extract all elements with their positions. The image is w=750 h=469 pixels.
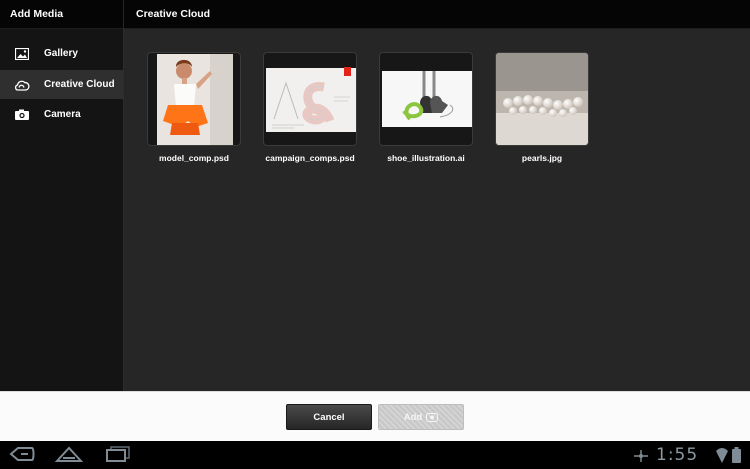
usb-icon	[634, 449, 648, 467]
file-tile[interactable]: model_comp.psd	[147, 52, 243, 163]
camera-icon	[0, 109, 44, 120]
image-icon	[0, 47, 44, 60]
sidebar-item-creative-cloud[interactable]: Creative Cloud	[0, 70, 123, 99]
sidebar: Gallery Creative Cloud Camera	[0, 29, 124, 391]
file-tile[interactable]: pearls.jpg	[495, 52, 591, 163]
creative-cloud-icon	[0, 79, 44, 91]
sidebar-item-label: Creative Cloud	[44, 79, 115, 90]
wifi-icon	[716, 447, 728, 468]
file-tile[interactable]: campaign_comps.psd	[263, 52, 359, 163]
action-bar: Cancel Add	[0, 391, 750, 441]
file-name: shoe_illustration.ai	[387, 153, 465, 163]
file-name: campaign_comps.psd	[265, 153, 355, 163]
battery-icon	[732, 447, 741, 468]
cancel-button[interactable]: Cancel	[286, 404, 372, 430]
cancel-button-label: Cancel	[313, 411, 345, 423]
system-navigation-bar: 1:55	[0, 441, 750, 469]
sidebar-item-label: Camera	[44, 109, 81, 120]
recent-apps-icon[interactable]	[104, 445, 132, 468]
file-tile[interactable]: shoe_illustration.ai	[379, 52, 475, 163]
home-icon[interactable]	[54, 445, 84, 468]
file-name: model_comp.psd	[159, 153, 229, 163]
sidebar-item-camera[interactable]: Camera	[0, 100, 123, 129]
file-thumbnail	[263, 52, 357, 146]
back-icon[interactable]	[8, 445, 36, 468]
dialog-title: Add Media	[0, 0, 124, 29]
file-name: pearls.jpg	[521, 153, 563, 163]
file-thumbnail	[495, 52, 589, 146]
section-title: Creative Cloud	[136, 8, 211, 20]
add-button-label: Add	[403, 411, 423, 423]
clock-time: 1:55	[656, 445, 699, 465]
sidebar-item-gallery[interactable]: Gallery	[0, 39, 123, 68]
title-bar: Add Media Creative Cloud	[0, 0, 750, 29]
add-media-icon	[426, 412, 439, 422]
file-thumbnail	[147, 52, 241, 146]
add-button[interactable]: Add	[378, 404, 464, 430]
sidebar-item-label: Gallery	[44, 48, 78, 59]
file-thumbnail	[379, 52, 473, 146]
file-grid: model_comp.psd campaign_comps.psd shoe_i…	[124, 29, 750, 391]
